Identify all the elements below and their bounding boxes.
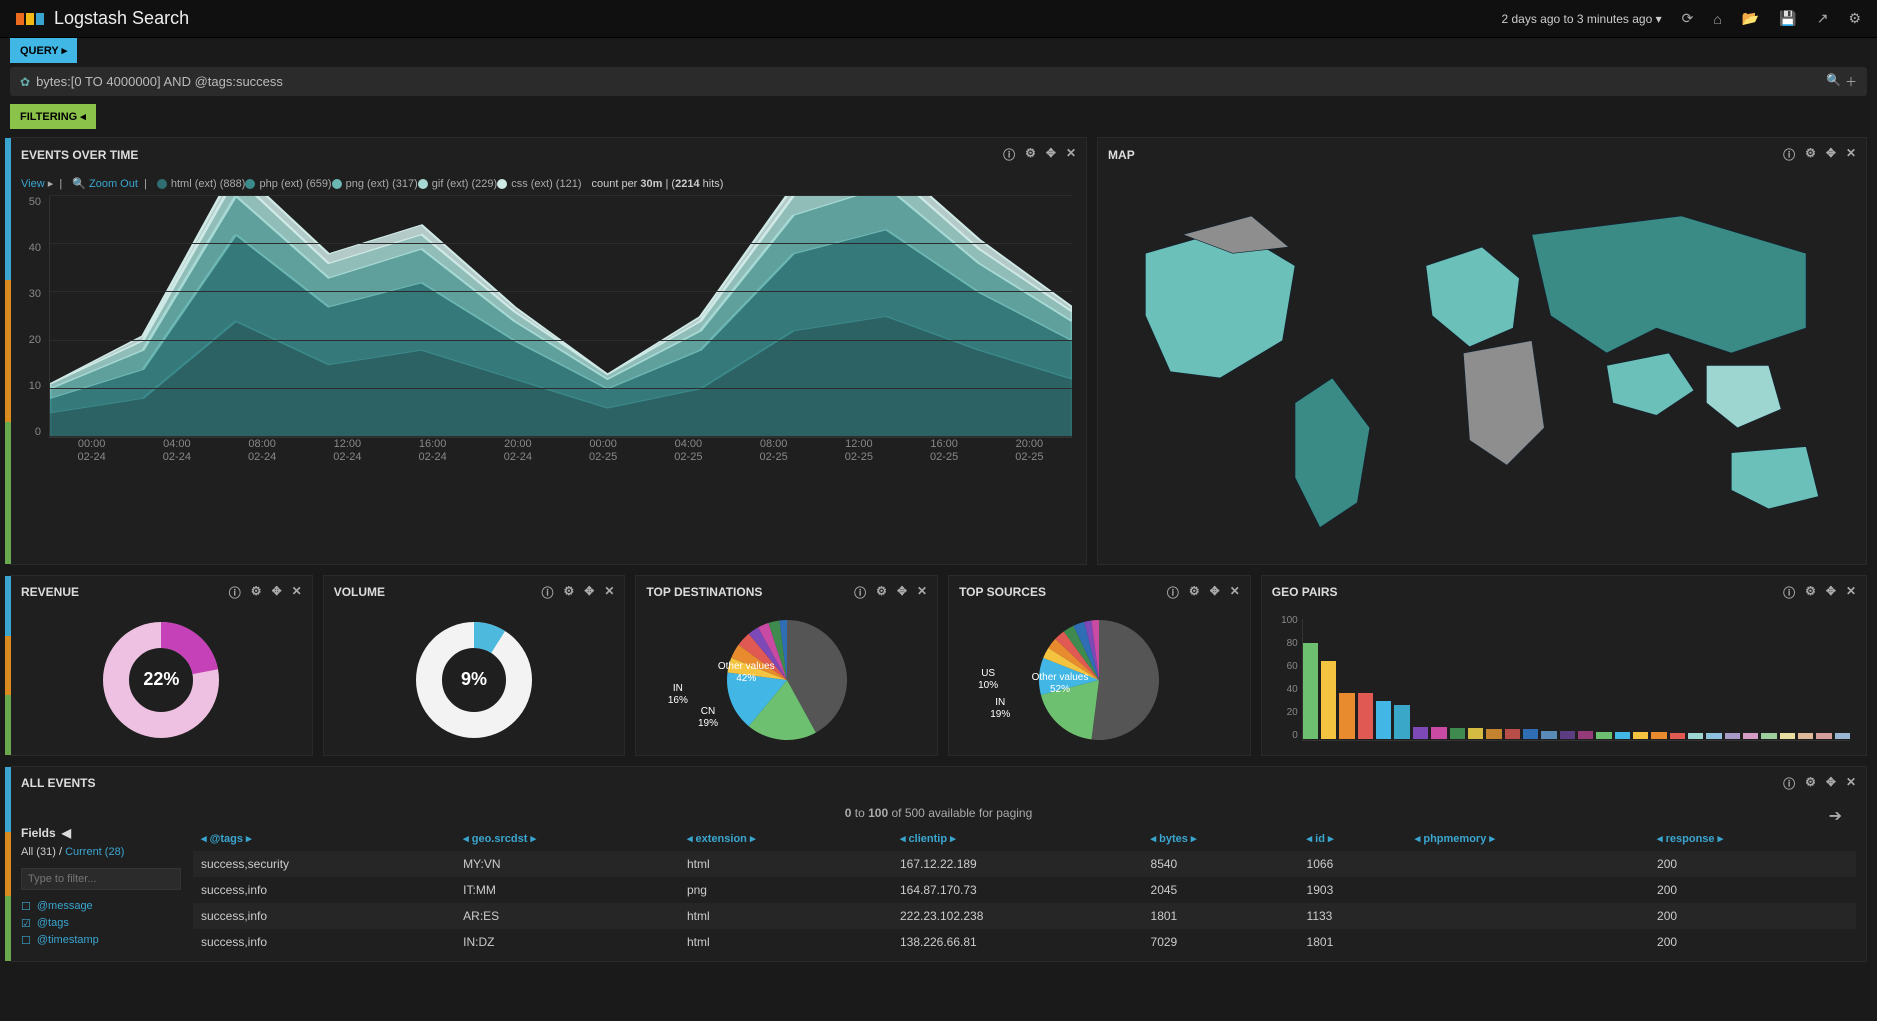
info-icon[interactable]: ⓘ [1783,775,1795,792]
move-icon[interactable]: ✥ [1046,146,1056,163]
panel-geo-pairs: GEO PAIRS ⓘ⚙✥✕ 020406080100 [1261,575,1867,756]
gear-icon[interactable]: ⚙ [1805,146,1816,163]
save-icon[interactable]: 💾 [1779,10,1796,27]
gear-icon[interactable]: ⚙ [1025,146,1036,163]
panel-map: MAP ⓘ ⚙ ✥ ✕ [1097,137,1867,565]
query-gear-icon[interactable]: ✿ [20,75,30,89]
panel-revenue: REVENUE ⓘ⚙✥✕ 22% [10,575,313,756]
zoom-out-link[interactable]: 🔍 Zoom Out [72,178,138,190]
pager-next-icon[interactable]: ➔ [1829,806,1842,826]
close-icon[interactable]: ✕ [1846,775,1856,792]
column-header[interactable]: ◂ geo.srcdst ▸ [455,826,679,851]
query-tab[interactable]: QUERY ▸ [10,38,77,63]
panel-title: MAP [1108,148,1783,162]
app-logo [16,13,44,25]
filtering-tab-bar: FILTERING ◂ [0,104,1877,129]
table-row[interactable]: success,infoIN:DZhtml138.226.66.81702918… [193,929,1856,955]
column-header[interactable]: ◂ phpmemory ▸ [1407,826,1649,851]
revenue-donut[interactable]: 22% [21,615,302,745]
volume-donut[interactable]: 9% [334,615,615,745]
move-icon[interactable]: ✥ [1210,584,1220,601]
field-item[interactable]: ☐ @timestamp [21,932,181,949]
add-query-icon[interactable]: ＋ [1845,73,1857,90]
panel-top-destinations: TOP DESTINATIONS ⓘ⚙✥✕ Other values42%CN1… [635,575,938,756]
close-icon[interactable]: ✕ [917,584,927,601]
close-icon[interactable]: ✕ [1066,146,1076,163]
info-icon[interactable]: ⓘ [1783,146,1795,163]
gear-icon[interactable]: ⚙ [1805,775,1816,792]
close-icon[interactable]: ✕ [1230,584,1240,601]
move-icon[interactable]: ✥ [1826,584,1836,601]
info-icon[interactable]: ⓘ [229,584,241,601]
panel-top-sources: TOP SOURCES ⓘ⚙✥✕ Other values52%IN19%US1… [948,575,1251,756]
geo-pairs-chart[interactable]: 020406080100 [1272,615,1856,745]
pager: 0 to 100 of 500 available for paging ➔ [11,800,1866,826]
gear-icon[interactable]: ⚙ [1189,584,1200,601]
table-row[interactable]: success,infoIT:MMpng164.87.170.732045190… [193,877,1856,903]
table-row[interactable]: success,infoAR:EShtml222.23.102.23818011… [193,903,1856,929]
column-header[interactable]: ◂ extension ▸ [679,826,892,851]
legend-item[interactable]: gif (ext) (229) [418,178,497,190]
home-icon[interactable]: ⌂ [1713,11,1721,27]
field-item[interactable]: ☑ @tags [21,915,181,932]
events-table: ◂ @tags ▸◂ geo.srcdst ▸◂ extension ▸◂ cl… [193,826,1856,955]
eot-chart[interactable]: 01020304050 00:0002-2404:0002-2408:0002-… [21,196,1076,466]
table-row[interactable]: success,securityMY:VNhtml167.12.22.18985… [193,851,1856,877]
header: Logstash Search 2 days ago to 3 minutes … [0,0,1877,38]
column-header[interactable]: ◂ @tags ▸ [193,826,455,851]
close-icon[interactable]: ✕ [604,584,614,601]
column-header[interactable]: ◂ id ▸ [1299,826,1407,851]
world-map[interactable] [1098,171,1866,564]
panel-events-over-time: EVENTS OVER TIME ⓘ ⚙ ✥ ✕ View ▸ | 🔍 Zoom… [10,137,1087,565]
search-icon[interactable]: 🔍 [1826,73,1841,90]
filtering-tab[interactable]: FILTERING ◂ [10,104,96,129]
move-icon[interactable]: ✥ [1826,775,1836,792]
legend-item[interactable]: png (ext) (317) [332,178,418,190]
gear-icon[interactable]: ⚙ [251,584,262,601]
info-icon[interactable]: ⓘ [1783,584,1795,601]
app-title: Logstash Search [54,8,189,29]
refresh-icon[interactable]: ⟳ [1682,10,1694,27]
current-fields-link[interactable]: Current (28) [65,846,124,858]
header-actions: 2 days ago to 3 minutes ago ▾ ⟳ ⌂ 📂 💾 ↗ … [1501,10,1861,27]
legend-item[interactable]: css (ext) (121) [497,178,581,190]
info-icon[interactable]: ⓘ [854,584,866,601]
gear-icon[interactable]: ⚙ [876,584,887,601]
open-icon[interactable]: 📂 [1742,10,1759,27]
gear-icon[interactable]: ⚙ [563,584,574,601]
view-link[interactable]: View [21,178,45,190]
close-icon[interactable]: ✕ [1846,584,1856,601]
share-icon[interactable]: ↗ [1817,10,1829,27]
info-icon[interactable]: ⓘ [1003,146,1015,163]
move-icon[interactable]: ✥ [272,584,282,601]
panel-title: EVENTS OVER TIME [21,148,1003,162]
move-icon[interactable]: ✥ [584,584,594,601]
field-item[interactable]: ☐ @message [21,898,181,915]
settings-icon[interactable]: ⚙ [1848,10,1861,27]
column-header[interactable]: ◂ response ▸ [1649,826,1856,851]
info-icon[interactable]: ⓘ [541,584,553,601]
info-icon[interactable]: ⓘ [1167,584,1179,601]
query-row: ✿ 🔍 ＋ [10,67,1867,96]
time-range-picker[interactable]: 2 days ago to 3 minutes ago ▾ [1501,12,1661,26]
collapse-icon[interactable]: ◀ [62,826,71,840]
eot-legend: View ▸ | 🔍 Zoom Out | html (ext) (888)ph… [21,177,1076,190]
move-icon[interactable]: ✥ [1826,146,1836,163]
panel-volume: VOLUME ⓘ⚙✥✕ 9% [323,575,626,756]
query-tab-bar: QUERY ▸ [0,38,1877,63]
legend-item[interactable]: html (ext) (888) [157,178,246,190]
query-input[interactable] [36,74,1826,89]
panel-all-events: ALL EVENTS ⓘ⚙✥✕ 0 to 100 of 500 availabl… [10,766,1867,962]
close-icon[interactable]: ✕ [292,584,302,601]
column-header[interactable]: ◂ clientip ▸ [892,826,1143,851]
field-filter-input[interactable] [21,868,181,890]
column-header[interactable]: ◂ bytes ▸ [1143,826,1299,851]
move-icon[interactable]: ✥ [897,584,907,601]
fields-sidebar: Fields ◀ All (31) / Current (28) ☐ @mess… [21,826,181,955]
top-dest-pie[interactable]: Other values42%CN19%IN16% [646,615,927,745]
top-src-pie[interactable]: Other values52%IN19%US10% [959,615,1240,745]
close-icon[interactable]: ✕ [1846,146,1856,163]
gear-icon[interactable]: ⚙ [1805,584,1816,601]
legend-item[interactable]: php (ext) (659) [245,178,331,190]
